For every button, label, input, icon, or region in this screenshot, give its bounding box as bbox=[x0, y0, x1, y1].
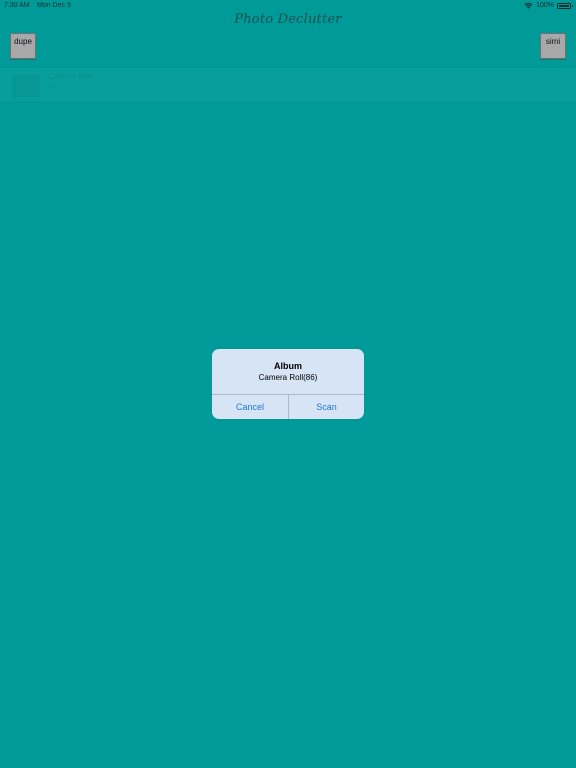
wifi-icon bbox=[524, 2, 533, 9]
simi-button[interactable]: simi bbox=[540, 33, 566, 59]
status-right-group: 100% bbox=[524, 2, 573, 9]
dupe-button[interactable]: dupe bbox=[10, 33, 36, 59]
app-title: Photo Declutter bbox=[234, 12, 342, 27]
album-list-item[interactable]: Camera Roll 86 bbox=[0, 68, 576, 102]
alert-title: Album bbox=[274, 361, 302, 371]
status-bar: 7:30 AM Mon Dec 9 100% bbox=[0, 0, 576, 12]
scan-button[interactable]: Scan bbox=[289, 395, 364, 419]
status-date: Mon Dec 9 bbox=[37, 2, 71, 9]
album-thumbnail bbox=[12, 75, 40, 97]
alert-message: Camera Roll(86) bbox=[258, 373, 318, 382]
status-time: 7:30 AM bbox=[4, 2, 30, 9]
album-count: 86 bbox=[48, 84, 56, 91]
album-alert-dialog: Album Camera Roll(86) Cancel Scan bbox=[212, 349, 364, 419]
battery-icon bbox=[557, 2, 573, 9]
cancel-button[interactable]: Cancel bbox=[212, 395, 288, 419]
album-name: Camera Roll bbox=[48, 72, 93, 81]
battery-percentage: 100% bbox=[536, 2, 554, 9]
